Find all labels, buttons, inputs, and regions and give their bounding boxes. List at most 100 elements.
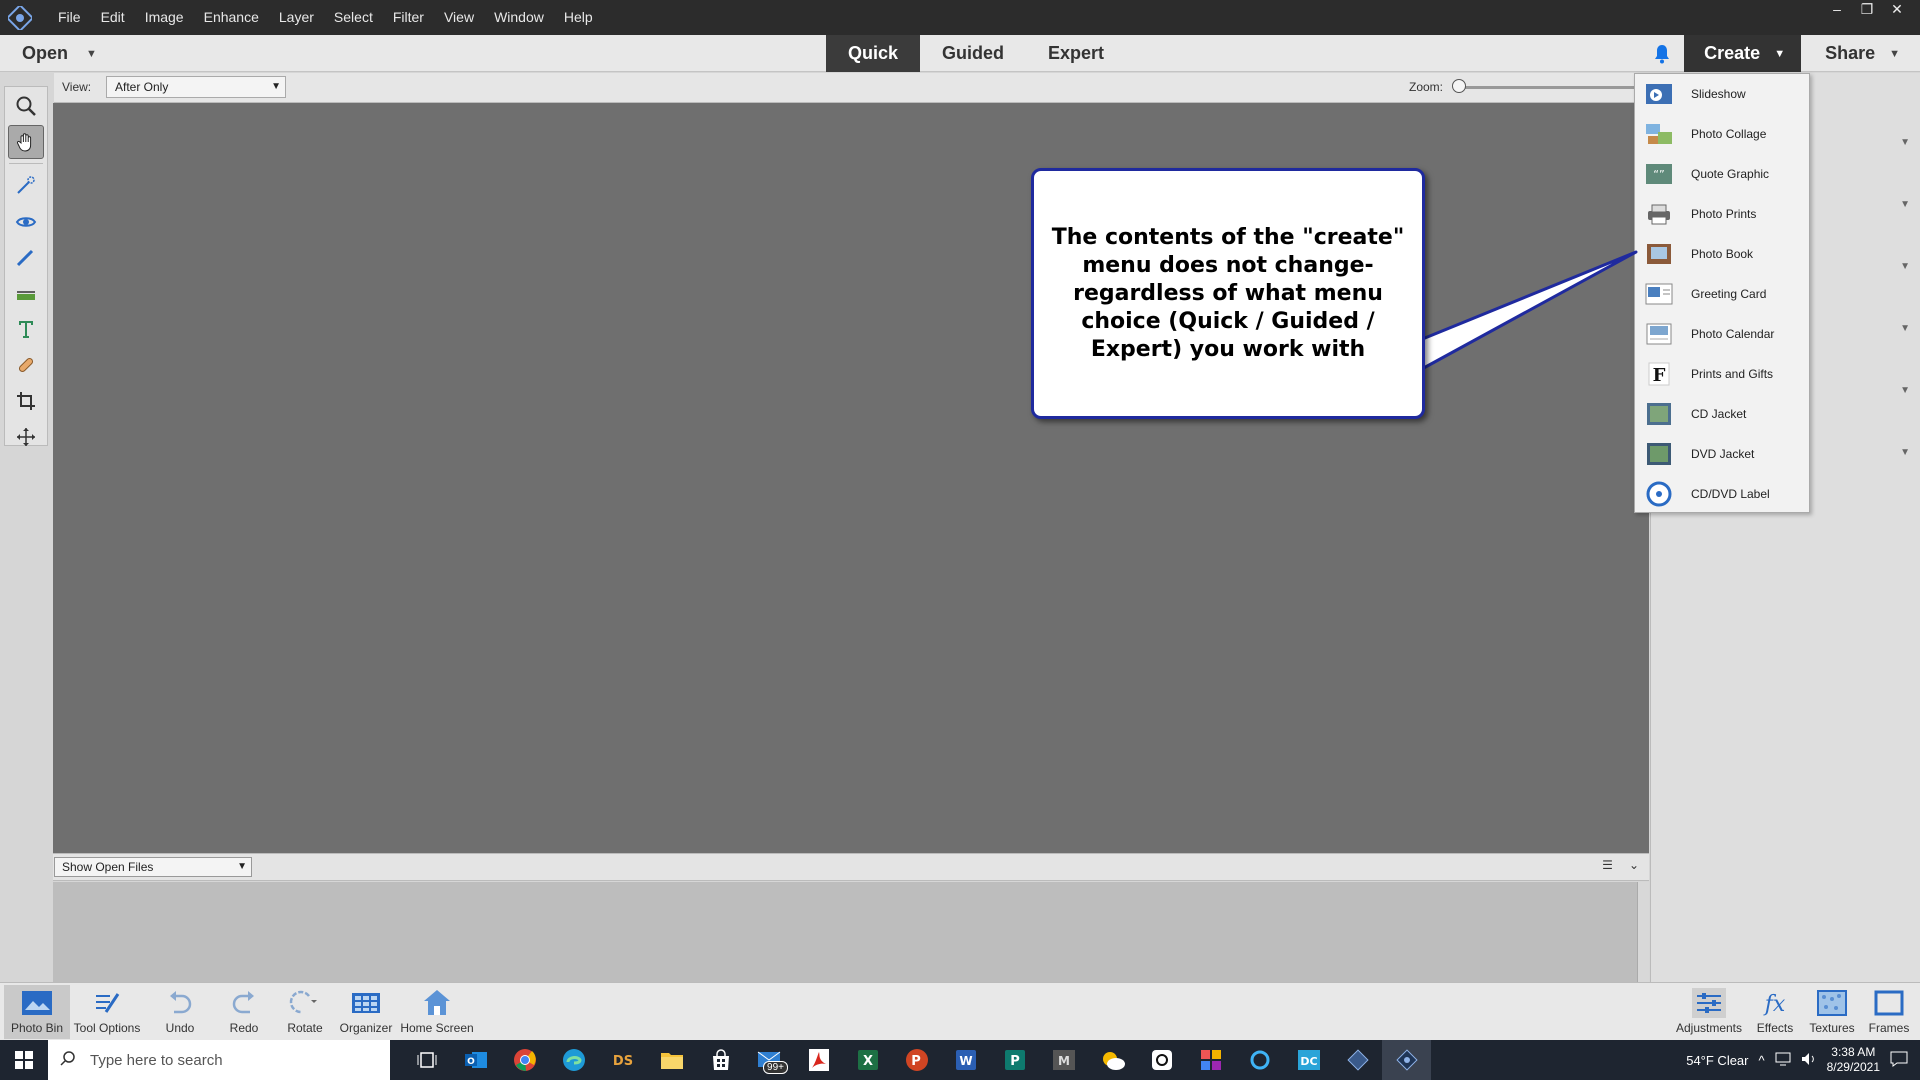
- tool-options-button[interactable]: Tool Options: [74, 985, 140, 1039]
- notification-bell-icon[interactable]: [1640, 35, 1684, 72]
- create-menu-label: Prints and Gifts: [1691, 367, 1774, 381]
- volume-icon[interactable]: [1801, 1052, 1817, 1069]
- bin-options-icon[interactable]: ☰: [1602, 858, 1613, 872]
- create-menu-prints-and-gifts[interactable]: F Prints and Gifts: [1635, 354, 1809, 394]
- weather-text[interactable]: 54°F Clear: [1686, 1053, 1748, 1068]
- chevron-down-icon[interactable]: ▼: [1900, 323, 1910, 334]
- tab-expert[interactable]: Expert: [1026, 35, 1126, 72]
- publisher-icon[interactable]: P: [990, 1040, 1039, 1080]
- share-button[interactable]: Share ▼: [1801, 35, 1920, 72]
- chevron-down-icon[interactable]: ⌄: [1629, 858, 1639, 872]
- menu-view[interactable]: View: [434, 0, 484, 35]
- redo-button[interactable]: Redo: [211, 985, 277, 1039]
- cortana-icon[interactable]: [1235, 1040, 1284, 1080]
- menu-image[interactable]: Image: [135, 0, 194, 35]
- chrome-icon[interactable]: [500, 1040, 549, 1080]
- zoom-tool-icon[interactable]: [8, 89, 44, 123]
- textures-button[interactable]: Textures: [1801, 985, 1863, 1039]
- chevron-down-icon[interactable]: ▼: [1900, 385, 1910, 396]
- whiten-teeth-tool-icon[interactable]: [8, 240, 44, 274]
- chevron-down-icon[interactable]: ▼: [1900, 137, 1910, 148]
- windows-start-icon[interactable]: [0, 1040, 48, 1080]
- edge-icon[interactable]: [549, 1040, 598, 1080]
- view-select[interactable]: After Only ▼: [106, 76, 286, 98]
- photo-bin-button[interactable]: Photo Bin: [4, 985, 70, 1039]
- menu-layer[interactable]: Layer: [269, 0, 324, 35]
- dc-app-icon[interactable]: DC: [1284, 1040, 1333, 1080]
- create-menu-photo-collage[interactable]: Photo Collage: [1635, 114, 1809, 154]
- straighten-tool-icon[interactable]: [8, 276, 44, 310]
- menu-filter[interactable]: Filter: [383, 0, 434, 35]
- powerpoint-icon[interactable]: P: [892, 1040, 941, 1080]
- crop-tool-icon[interactable]: [8, 384, 44, 418]
- show-open-files-select[interactable]: Show Open Files ▼: [54, 857, 252, 877]
- create-menu-label: Photo Calendar: [1691, 327, 1775, 341]
- create-menu-cd-dvd-label[interactable]: CD/DVD Label: [1635, 474, 1809, 514]
- create-menu-quote-graphic[interactable]: “” Quote Graphic: [1635, 154, 1809, 194]
- elements-active-taskbar-icon[interactable]: [1382, 1040, 1431, 1080]
- mm-app-icon[interactable]: M: [1039, 1040, 1088, 1080]
- file-explorer-icon[interactable]: [647, 1040, 696, 1080]
- create-button[interactable]: Create ▼: [1684, 35, 1802, 72]
- elements-editor-taskbar-icon[interactable]: [1333, 1040, 1382, 1080]
- create-menu-photo-calendar[interactable]: Photo Calendar: [1635, 314, 1809, 354]
- excel-icon[interactable]: X: [843, 1040, 892, 1080]
- ds-app-icon[interactable]: DS: [598, 1040, 647, 1080]
- chevron-up-icon[interactable]: ^: [1759, 1053, 1765, 1068]
- create-menu-cd-jacket[interactable]: CD Jacket: [1635, 394, 1809, 434]
- close-button[interactable]: ✕: [1884, 0, 1910, 18]
- type-tool-icon[interactable]: [8, 312, 44, 346]
- word-icon[interactable]: W: [941, 1040, 990, 1080]
- menu-edit[interactable]: Edit: [91, 0, 135, 35]
- store-icon[interactable]: [696, 1040, 745, 1080]
- organizer-button[interactable]: Organizer: [333, 985, 399, 1039]
- home-screen-button[interactable]: Home Screen: [400, 985, 474, 1039]
- menu-window[interactable]: Window: [484, 0, 554, 35]
- spot-healing-tool-icon[interactable]: [8, 348, 44, 382]
- frames-button[interactable]: Frames: [1858, 985, 1920, 1039]
- calendar-icon: [1643, 320, 1675, 348]
- menu-select[interactable]: Select: [324, 0, 383, 35]
- creative-app-icon[interactable]: [1186, 1040, 1235, 1080]
- create-menu-photo-prints[interactable]: Photo Prints: [1635, 194, 1809, 234]
- chevron-down-icon[interactable]: ▼: [1900, 199, 1910, 210]
- menu-enhance[interactable]: Enhance: [194, 0, 269, 35]
- camera-app-icon[interactable]: [1137, 1040, 1186, 1080]
- rotate-button[interactable]: Rotate: [272, 985, 338, 1039]
- zoom-slider-thumb[interactable]: [1452, 79, 1466, 93]
- restore-button[interactable]: ❐: [1854, 0, 1880, 18]
- mail-icon[interactable]: 99+: [745, 1040, 794, 1080]
- create-menu-slideshow[interactable]: Slideshow: [1635, 74, 1809, 114]
- redo-icon: [230, 985, 258, 1021]
- hand-tool-icon[interactable]: [8, 125, 44, 159]
- notifications-icon[interactable]: [1890, 1051, 1908, 1070]
- adjustments-button[interactable]: Adjustments: [1676, 985, 1742, 1039]
- tab-guided[interactable]: Guided: [920, 35, 1026, 72]
- quick-selection-tool-icon[interactable]: [8, 168, 44, 202]
- create-menu-dvd-jacket[interactable]: DVD Jacket: [1635, 434, 1809, 474]
- create-menu-photo-book[interactable]: Photo Book: [1635, 234, 1809, 274]
- acrobat-icon[interactable]: [794, 1040, 843, 1080]
- create-menu-greeting-card[interactable]: Greeting Card: [1635, 274, 1809, 314]
- move-tool-icon[interactable]: [8, 420, 44, 454]
- search-placeholder: Type here to search: [90, 1051, 223, 1069]
- undo-button[interactable]: Undo: [147, 985, 213, 1039]
- weather-app-icon[interactable]: [1088, 1040, 1137, 1080]
- outlook-icon[interactable]: O: [451, 1040, 500, 1080]
- chevron-down-icon[interactable]: ▼: [1900, 261, 1910, 272]
- network-icon[interactable]: [1775, 1052, 1791, 1069]
- tab-quick[interactable]: Quick: [826, 35, 921, 72]
- menu-file[interactable]: File: [48, 0, 91, 35]
- search-icon: [60, 1050, 76, 1071]
- open-button[interactable]: Open ▼: [22, 35, 97, 72]
- red-eye-tool-icon[interactable]: [8, 204, 44, 238]
- task-view-icon[interactable]: [402, 1040, 451, 1080]
- zoom-slider-track[interactable]: [1454, 86, 1634, 89]
- scrollbar[interactable]: [1637, 882, 1649, 982]
- minimize-button[interactable]: –: [1824, 0, 1850, 18]
- taskbar-search-input[interactable]: Type here to search: [48, 1040, 390, 1080]
- chevron-down-icon[interactable]: ▼: [1900, 447, 1910, 458]
- clock[interactable]: 3:38 AM 8/29/2021: [1827, 1045, 1880, 1075]
- menu-help[interactable]: Help: [554, 0, 603, 35]
- effects-button[interactable]: fx Effects: [1744, 985, 1806, 1039]
